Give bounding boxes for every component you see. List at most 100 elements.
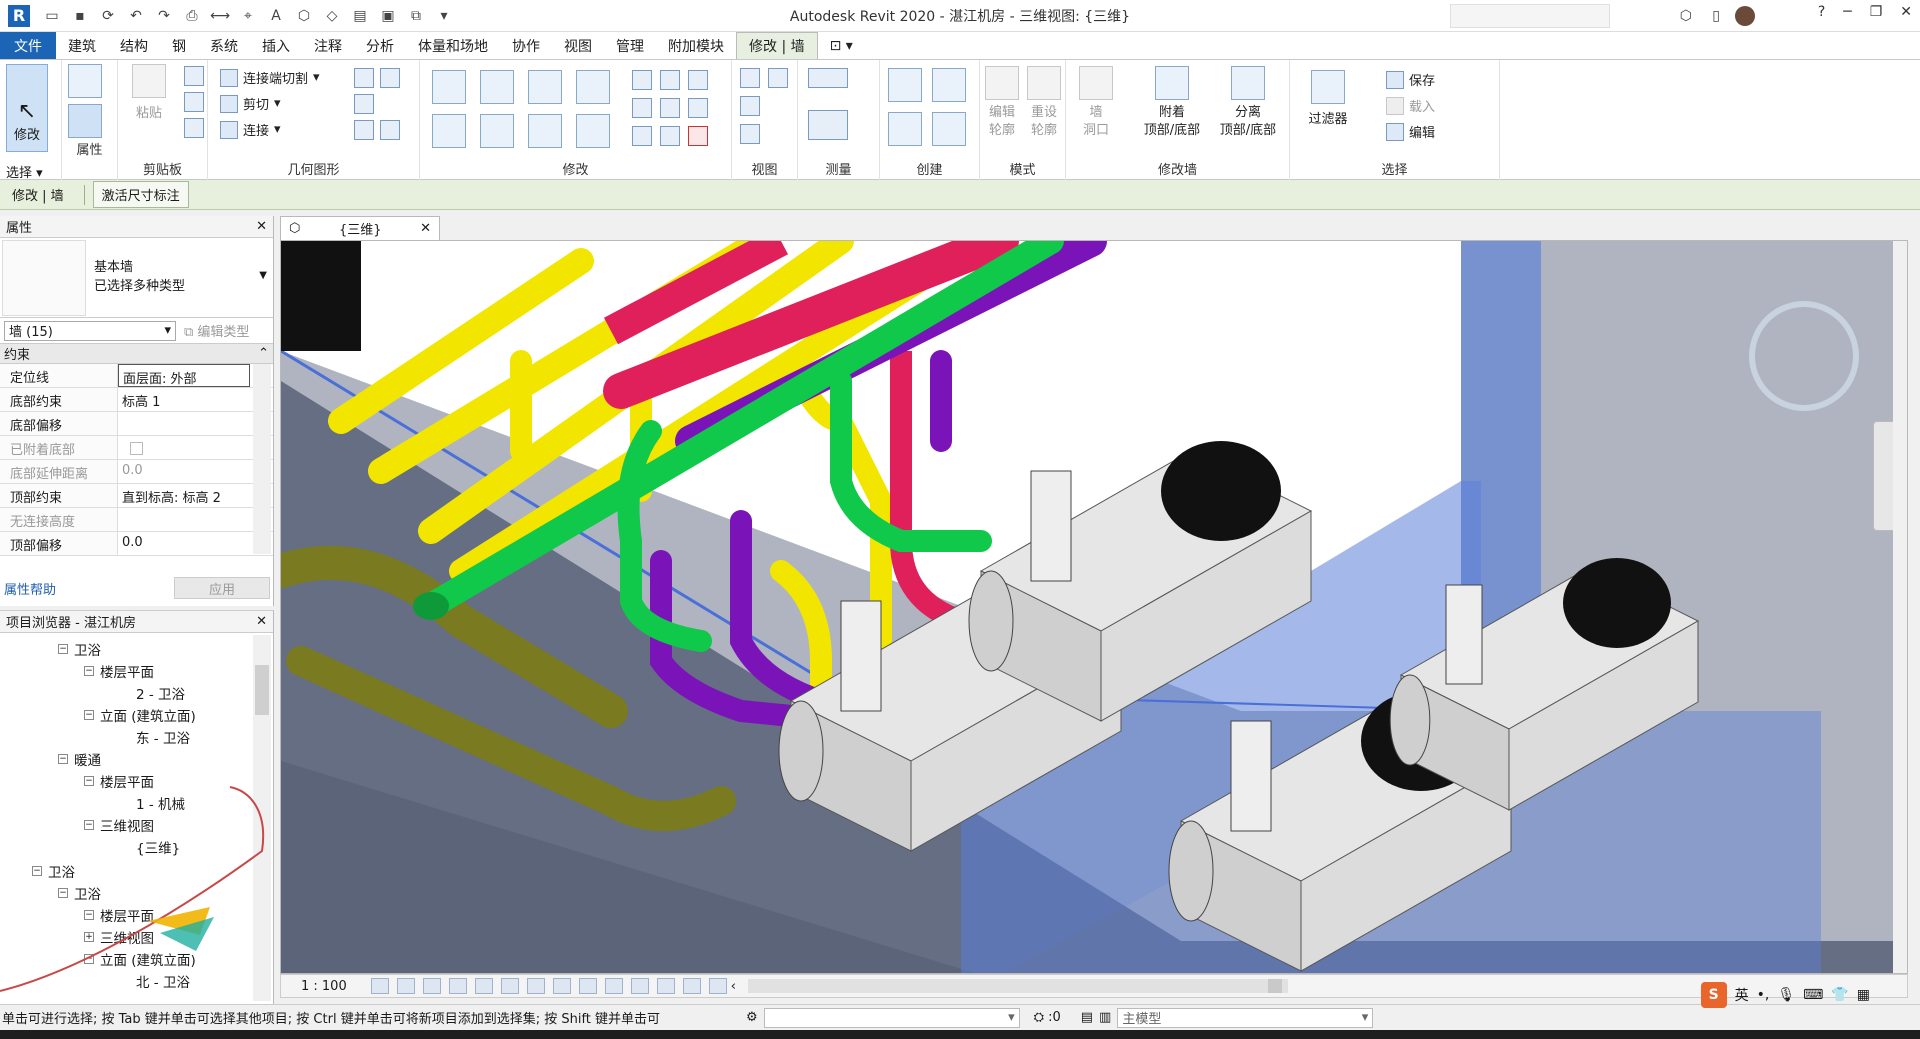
crop-view-icon[interactable] [500, 978, 519, 994]
tree-node[interactable]: + 三维视图 [84, 927, 154, 947]
property-value[interactable]: 直到标高: 标高 2 [118, 484, 250, 507]
properties-help-link[interactable]: 属性帮助 [4, 579, 56, 598]
help-icon[interactable]: ? [1818, 4, 1825, 20]
trim-single-icon[interactable] [660, 126, 680, 146]
collapse-icon[interactable]: − [58, 888, 68, 898]
rotate-button[interactable] [528, 114, 562, 152]
load-selection-button[interactable]: 载入 [1386, 96, 1435, 115]
scrollbar-thumb[interactable] [255, 665, 269, 715]
trim-button[interactable] [576, 114, 610, 152]
scale-icon[interactable] [660, 98, 680, 118]
detach-top-base-button[interactable]: 分离 顶部/底部 [1212, 66, 1284, 140]
temp-hide-icon[interactable] [578, 978, 597, 994]
unlock-view-icon[interactable] [552, 978, 571, 994]
3d-viewport[interactable] [280, 240, 1908, 974]
save-selection-button[interactable]: 保存 [1386, 70, 1435, 89]
design-option-icon[interactable]: ▥ [1099, 1010, 1111, 1025]
worksets-icon[interactable]: ⚙ [746, 1010, 758, 1025]
microphone-icon[interactable]: 🎙 [1777, 987, 1795, 1003]
tab-analyze[interactable]: 分析 [354, 32, 406, 59]
close-icon[interactable]: ✕ [256, 614, 267, 629]
create-assembly-button[interactable] [888, 68, 922, 106]
skin-icon[interactable]: 👕 [1831, 987, 1848, 1003]
detail-level-icon[interactable] [370, 978, 389, 994]
3d-view-icon[interactable]: ⬡ [292, 5, 316, 27]
tab-insert[interactable]: 插入 [250, 32, 302, 59]
copy-button[interactable] [480, 114, 514, 152]
property-value[interactable]: 面层面: 外部 [118, 364, 250, 387]
join-cut-button[interactable]: 连接端切割 ▾ [220, 68, 320, 87]
text-icon[interactable]: A [264, 5, 288, 27]
edit-type-button[interactable]: ⧉ 编辑类型 [184, 321, 249, 340]
join-geometry-button[interactable]: 连接 ▾ [220, 120, 281, 139]
type-selector[interactable]: 基本墙 已选择多种类型 ▼ [0, 238, 273, 318]
measure-icon[interactable]: ⟷ [208, 5, 232, 27]
copy-icon[interactable] [184, 92, 204, 112]
linework-icon[interactable] [740, 96, 760, 116]
view-scale[interactable]: 1 : 100 [281, 979, 367, 994]
measure-icon[interactable] [808, 68, 848, 88]
search-field[interactable] [1450, 4, 1610, 28]
tab-addins[interactable]: 附加模块 [656, 32, 736, 59]
create-group-button[interactable] [888, 112, 922, 150]
sync-icon[interactable]: ⟳ [96, 5, 120, 27]
tree-node[interactable]: 1 - 机械 [136, 793, 185, 813]
tree-node[interactable]: − 立面 (建筑立面) [84, 949, 196, 969]
collapse-icon[interactable]: − [84, 954, 94, 964]
browser-scrollbar[interactable] [253, 635, 271, 1001]
delete-icon[interactable] [688, 126, 708, 146]
tree-node[interactable]: − 楼层平面 [84, 661, 154, 681]
cut-geometry-button[interactable]: 剪切 ▾ [220, 94, 281, 113]
restore-icon[interactable]: ❐ [1870, 4, 1883, 20]
array-icon[interactable] [632, 98, 652, 118]
redo-icon[interactable]: ↷ [152, 5, 176, 27]
property-value[interactable] [118, 412, 250, 435]
reveal-constraints-icon[interactable] [708, 978, 727, 994]
tree-node[interactable]: − 卫浴 [58, 883, 101, 903]
split-icon[interactable] [632, 70, 652, 90]
tag-icon[interactable]: ⌖ [236, 5, 260, 27]
close-hidden-icon[interactable]: ▣ [376, 5, 400, 27]
modify-button[interactable]: ↖ 修改 [6, 64, 48, 152]
close-icon[interactable]: ✕ [1900, 4, 1912, 20]
keyboard-icon[interactable]: ⌨ [1803, 987, 1823, 1003]
reset-profile-button[interactable]: 重设 轮廓 [1024, 66, 1064, 140]
customize-qat-icon[interactable]: ▾ [432, 5, 456, 27]
match-type-icon[interactable] [184, 118, 204, 138]
mirror-draw-button[interactable] [576, 70, 610, 108]
minimize-icon[interactable]: ─ [1843, 4, 1851, 20]
align-button[interactable] [432, 70, 466, 108]
chevron-left-icon[interactable]: ‹ [731, 979, 736, 994]
paint-view-icon[interactable] [740, 124, 760, 144]
tab-systems[interactable]: 系统 [198, 32, 250, 59]
undo-icon[interactable]: ↶ [124, 5, 148, 27]
editable-only-icon[interactable]: ⛭ [1034, 1010, 1044, 1025]
override-graphics-icon[interactable] [740, 68, 760, 88]
collapse-icon[interactable]: − [84, 820, 94, 830]
collapse-icon[interactable]: − [84, 910, 94, 920]
pin-icon[interactable] [688, 98, 708, 118]
tab-options-dropdown[interactable]: ⊡ ▾ [818, 32, 865, 59]
wall-opening-button[interactable]: 墙 洞口 [1076, 66, 1116, 140]
tree-node[interactable]: − 楼层平面 [84, 905, 154, 925]
highlight-displacement-icon[interactable] [682, 978, 701, 994]
collapse-icon[interactable]: − [58, 644, 68, 654]
attach-top-base-button[interactable]: 附着 顶部/底部 [1136, 66, 1208, 140]
split-gap-icon[interactable] [660, 70, 680, 90]
demolish-icon[interactable] [354, 120, 374, 140]
viewcube[interactable] [1749, 301, 1859, 411]
save-icon[interactable]: ▪ [68, 5, 92, 27]
wall-joins-icon[interactable] [354, 94, 374, 114]
trim-multiple-icon[interactable] [632, 126, 652, 146]
collapse-icon[interactable]: − [58, 754, 68, 764]
render-icon[interactable] [474, 978, 493, 994]
tree-node[interactable]: − 楼层平面 [84, 771, 154, 791]
show-crop-icon[interactable] [526, 978, 545, 994]
thin-lines-icon[interactable]: ▤ [348, 5, 372, 27]
tree-node[interactable]: − 卫浴 [32, 861, 75, 881]
properties-scrollbar[interactable] [253, 364, 271, 554]
property-value[interactable] [118, 508, 250, 531]
tab-structure[interactable]: 结构 [108, 32, 160, 59]
punctuation-icon[interactable]: •, [1757, 987, 1770, 1003]
horizontal-scrollbar[interactable] [747, 979, 1288, 993]
